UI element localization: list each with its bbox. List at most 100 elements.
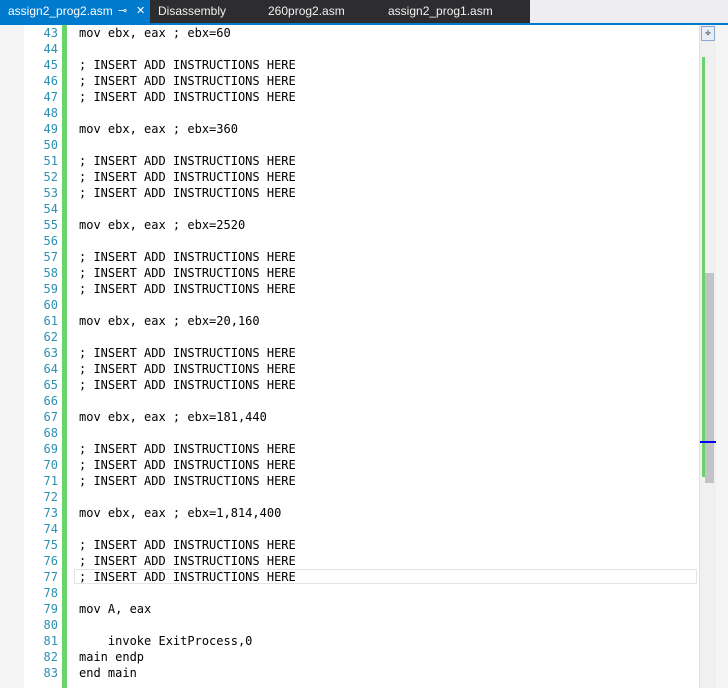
line-text: ; INSERT ADD INSTRUCTIONS HERE <box>79 554 296 568</box>
line-text: ; INSERT ADD INSTRUCTIONS HERE <box>79 378 296 392</box>
code-line[interactable]: 58 ; INSERT ADD INSTRUCTIONS HERE <box>24 265 699 281</box>
code-line[interactable]: 61 mov ebx, eax ; ebx=20,160 <box>24 313 699 329</box>
code-line[interactable]: 55 mov ebx, eax ; ebx=2520 <box>24 217 699 233</box>
line-text: mov ebx, eax ; ebx=2520 <box>79 218 246 232</box>
line-number: 76 <box>43 554 58 568</box>
code-editor[interactable]: 43 mov ebx, eax ; ebx=60 44 45 ; INSERT ADD … <box>24 25 699 688</box>
line-text: main endp <box>79 650 145 664</box>
line-text: ; INSERT ADD INSTRUCTIONS HERE <box>79 458 296 472</box>
line-number: 73 <box>43 506 58 520</box>
code-line[interactable]: 73 mov ebx, eax ; ebx=1,814,400 <box>24 505 699 521</box>
line-text: ; INSERT ADD INSTRUCTIONS HERE <box>79 186 296 200</box>
code-line[interactable]: 66 <box>24 393 699 409</box>
code-line[interactable]: 68 <box>24 425 699 441</box>
code-line[interactable]: 82 main endp <box>24 649 699 665</box>
code-line[interactable]: 49 mov ebx, eax ; ebx=360 <box>24 121 699 137</box>
code-line[interactable]: 46 ; INSERT ADD INSTRUCTIONS HERE <box>24 73 699 89</box>
code-line[interactable]: 81 invoke ExitProcess,0 <box>24 633 699 649</box>
vertical-scrollbar[interactable]: ÷ <box>699 25 716 688</box>
line-number: 62 <box>43 330 58 344</box>
scrollbar-thumb[interactable] <box>705 273 714 483</box>
line-text: mov ebx, eax ; ebx=360 <box>79 122 238 136</box>
line-number: 59 <box>43 282 58 296</box>
code-line[interactable]: 56 <box>24 233 699 249</box>
line-number: 74 <box>43 522 58 536</box>
line-number: 51 <box>43 154 58 168</box>
code-line[interactable]: 62 <box>24 329 699 345</box>
line-text: ; INSERT ADD INSTRUCTIONS HERE <box>79 538 296 552</box>
code-line[interactable]: 80 <box>24 617 699 633</box>
line-number: 61 <box>43 314 58 328</box>
line-number: 82 <box>43 650 58 664</box>
code-line[interactable]: 79 mov A, eax <box>24 601 699 617</box>
line-text: mov A, eax <box>79 602 152 616</box>
line-number: 46 <box>43 74 58 88</box>
code-line[interactable]: 69 ; INSERT ADD INSTRUCTIONS HERE <box>24 441 699 457</box>
line-number: 50 <box>43 138 58 152</box>
code-line[interactable]: 47 ; INSERT ADD INSTRUCTIONS HERE <box>24 89 699 105</box>
code-line[interactable]: 54 <box>24 201 699 217</box>
code-line[interactable]: 78 <box>24 585 699 601</box>
tab-label: 260prog2.asm <box>268 4 345 18</box>
code-line[interactable]: 83 end main <box>24 665 699 681</box>
line-number: 48 <box>43 106 58 120</box>
line-text: ; INSERT ADD INSTRUCTIONS HERE <box>79 282 296 296</box>
code-line[interactable]: 48 <box>24 105 699 121</box>
code-line[interactable]: 52 ; INSERT ADD INSTRUCTIONS HERE <box>24 169 699 185</box>
code-line[interactable]: 76 ; INSERT ADD INSTRUCTIONS HERE <box>24 553 699 569</box>
code-line[interactable]: 71 ; INSERT ADD INSTRUCTIONS HERE <box>24 473 699 489</box>
pin-icon[interactable]: ⊸ <box>118 0 127 23</box>
line-number: 78 <box>43 586 58 600</box>
code-line[interactable]: 64 ; INSERT ADD INSTRUCTIONS HERE <box>24 361 699 377</box>
code-line[interactable]: 53 ; INSERT ADD INSTRUCTIONS HERE <box>24 185 699 201</box>
line-number: 63 <box>43 346 58 360</box>
code-line[interactable]: 63 ; INSERT ADD INSTRUCTIONS HERE <box>24 345 699 361</box>
line-number: 69 <box>43 442 58 456</box>
line-text: ; INSERT ADD INSTRUCTIONS HERE <box>79 266 296 280</box>
line-number: 67 <box>43 410 58 424</box>
line-number: 80 <box>43 618 58 632</box>
code-line[interactable]: 75 ; INSERT ADD INSTRUCTIONS HERE <box>24 537 699 553</box>
line-text: invoke ExitProcess,0 <box>79 634 253 648</box>
split-icon[interactable]: ÷ <box>701 26 715 41</box>
code-line[interactable]: 72 <box>24 489 699 505</box>
code-line[interactable]: 65 ; INSERT ADD INSTRUCTIONS HERE <box>24 377 699 393</box>
tab-label: assign2_prog2.asm <box>8 4 113 18</box>
tab-260prog2[interactable]: 260prog2.asm <box>260 0 380 23</box>
code-line[interactable]: 59 ; INSERT ADD INSTRUCTIONS HERE <box>24 281 699 297</box>
line-number: 72 <box>43 490 58 504</box>
code-line[interactable]: 77 ; INSERT ADD INSTRUCTIONS HERE <box>24 569 699 585</box>
code-line[interactable]: 44 <box>24 41 699 57</box>
tab-assign2-prog1[interactable]: assign2_prog1.asm <box>380 0 530 23</box>
code-line[interactable]: 67 mov ebx, eax ; ebx=181,440 <box>24 409 699 425</box>
window-edge <box>716 25 728 688</box>
line-number: 71 <box>43 474 58 488</box>
line-number: 47 <box>43 90 58 104</box>
tab-label: assign2_prog1.asm <box>388 4 493 18</box>
code-line[interactable]: 43 mov ebx, eax ; ebx=60 <box>24 25 699 41</box>
line-text: mov ebx, eax ; ebx=1,814,400 <box>79 506 282 520</box>
tab-assign2-prog2[interactable]: assign2_prog2.asm ⊸ ✕ <box>0 0 150 23</box>
code-line[interactable]: 45 ; INSERT ADD INSTRUCTIONS HERE <box>24 57 699 73</box>
code-line[interactable]: 51 ; INSERT ADD INSTRUCTIONS HERE <box>24 153 699 169</box>
line-number: 83 <box>43 666 58 680</box>
line-text: ; INSERT ADD INSTRUCTIONS HERE <box>79 74 296 88</box>
editor-left-margin <box>0 25 24 688</box>
code-line[interactable]: 74 <box>24 521 699 537</box>
line-text: ; INSERT ADD INSTRUCTIONS HERE <box>79 154 296 168</box>
tab-strip: assign2_prog2.asm ⊸ ✕ Disassembly 260pro… <box>0 0 728 25</box>
code-line[interactable]: 70 ; INSERT ADD INSTRUCTIONS HERE <box>24 457 699 473</box>
tab-label: Disassembly <box>158 4 227 18</box>
close-icon[interactable]: ✕ <box>136 0 145 23</box>
code-line[interactable]: 50 <box>24 137 699 153</box>
caret-position-marker <box>700 441 716 443</box>
line-text: ; INSERT ADD INSTRUCTIONS HERE <box>79 170 296 184</box>
line-text: ; INSERT ADD INSTRUCTIONS HERE <box>79 474 296 488</box>
tab-disassembly[interactable]: Disassembly <box>150 0 260 23</box>
line-number: 68 <box>43 426 58 440</box>
line-number: 66 <box>43 394 58 408</box>
line-number: 64 <box>43 362 58 376</box>
line-number: 57 <box>43 250 58 264</box>
code-line[interactable]: 57 ; INSERT ADD INSTRUCTIONS HERE <box>24 249 699 265</box>
code-line[interactable]: 60 <box>24 297 699 313</box>
